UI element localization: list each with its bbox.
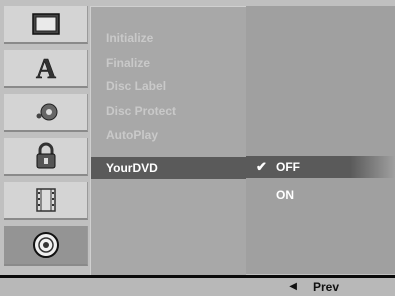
footer-bar: ◀ Prev <box>0 278 395 296</box>
svg-text:A: A <box>35 54 56 82</box>
tab-language[interactable]: A <box>4 50 88 88</box>
prev-arrow-icon: ◀ <box>289 281 297 292</box>
menu-item-yourdvd[interactable]: YourDVD <box>91 157 246 179</box>
setup-menu-panel: A Initialize Finalize Disc Label Disc Pr… <box>0 0 395 275</box>
menu-item-disc-label[interactable]: Disc Label <box>91 75 246 97</box>
audio-icon <box>36 103 57 121</box>
film-icon <box>35 188 56 212</box>
disc-menu-list: Initialize Finalize Disc Label Disc Prot… <box>90 6 246 275</box>
tab-audio[interactable] <box>4 94 88 132</box>
menu-item-finalize[interactable]: Finalize <box>91 52 246 74</box>
tab-others[interactable] <box>4 182 88 220</box>
category-tabs: A <box>4 6 88 271</box>
menu-item-disc-protect[interactable]: Disc Protect <box>91 100 246 122</box>
prev-button[interactable]: Prev <box>313 278 339 296</box>
language-icon: A <box>35 54 57 82</box>
checkmark-icon: ✔ <box>256 159 267 174</box>
tv-icon <box>31 13 60 35</box>
tab-disc[interactable] <box>4 226 88 266</box>
option-on[interactable]: ON <box>246 184 395 206</box>
option-off[interactable]: ✔ OFF <box>246 156 395 178</box>
option-list: ✔ OFF ON <box>246 6 395 274</box>
menu-item-autoplay[interactable]: AutoPlay <box>91 124 246 146</box>
disc-icon <box>32 232 59 258</box>
menu-item-initialize[interactable]: Initialize <box>91 27 246 49</box>
lock-icon <box>36 142 55 169</box>
option-label: ON <box>276 188 294 202</box>
tab-lock[interactable] <box>4 138 88 176</box>
option-label: OFF <box>276 160 300 174</box>
tab-display[interactable] <box>4 6 88 44</box>
